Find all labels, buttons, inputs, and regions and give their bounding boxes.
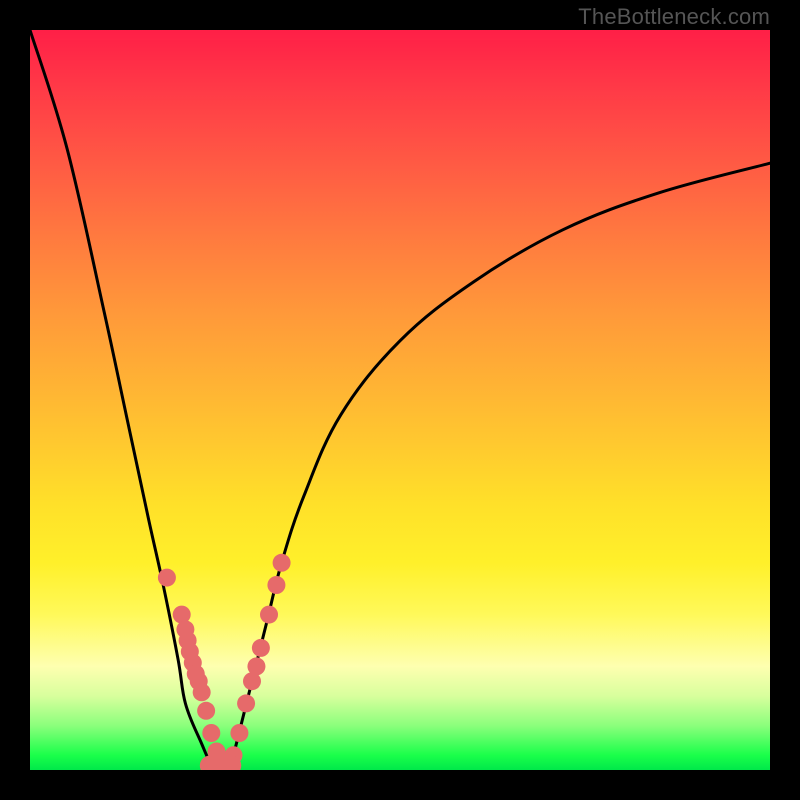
data-point — [252, 639, 270, 657]
data-point — [193, 683, 211, 701]
data-point — [273, 554, 291, 572]
data-point — [237, 694, 255, 712]
data-point — [260, 606, 278, 624]
data-point — [202, 724, 220, 742]
plot-area — [30, 30, 770, 770]
curve-bottleneck-right — [230, 163, 770, 770]
chart-svg — [30, 30, 770, 770]
chart-stage: TheBottleneck.com — [0, 0, 800, 800]
data-point — [197, 702, 215, 720]
data-point — [247, 657, 265, 675]
data-point — [158, 569, 176, 587]
data-point — [230, 724, 248, 742]
watermark-text: TheBottleneck.com — [578, 4, 770, 30]
curve-layer — [30, 30, 770, 770]
data-point — [267, 576, 285, 594]
